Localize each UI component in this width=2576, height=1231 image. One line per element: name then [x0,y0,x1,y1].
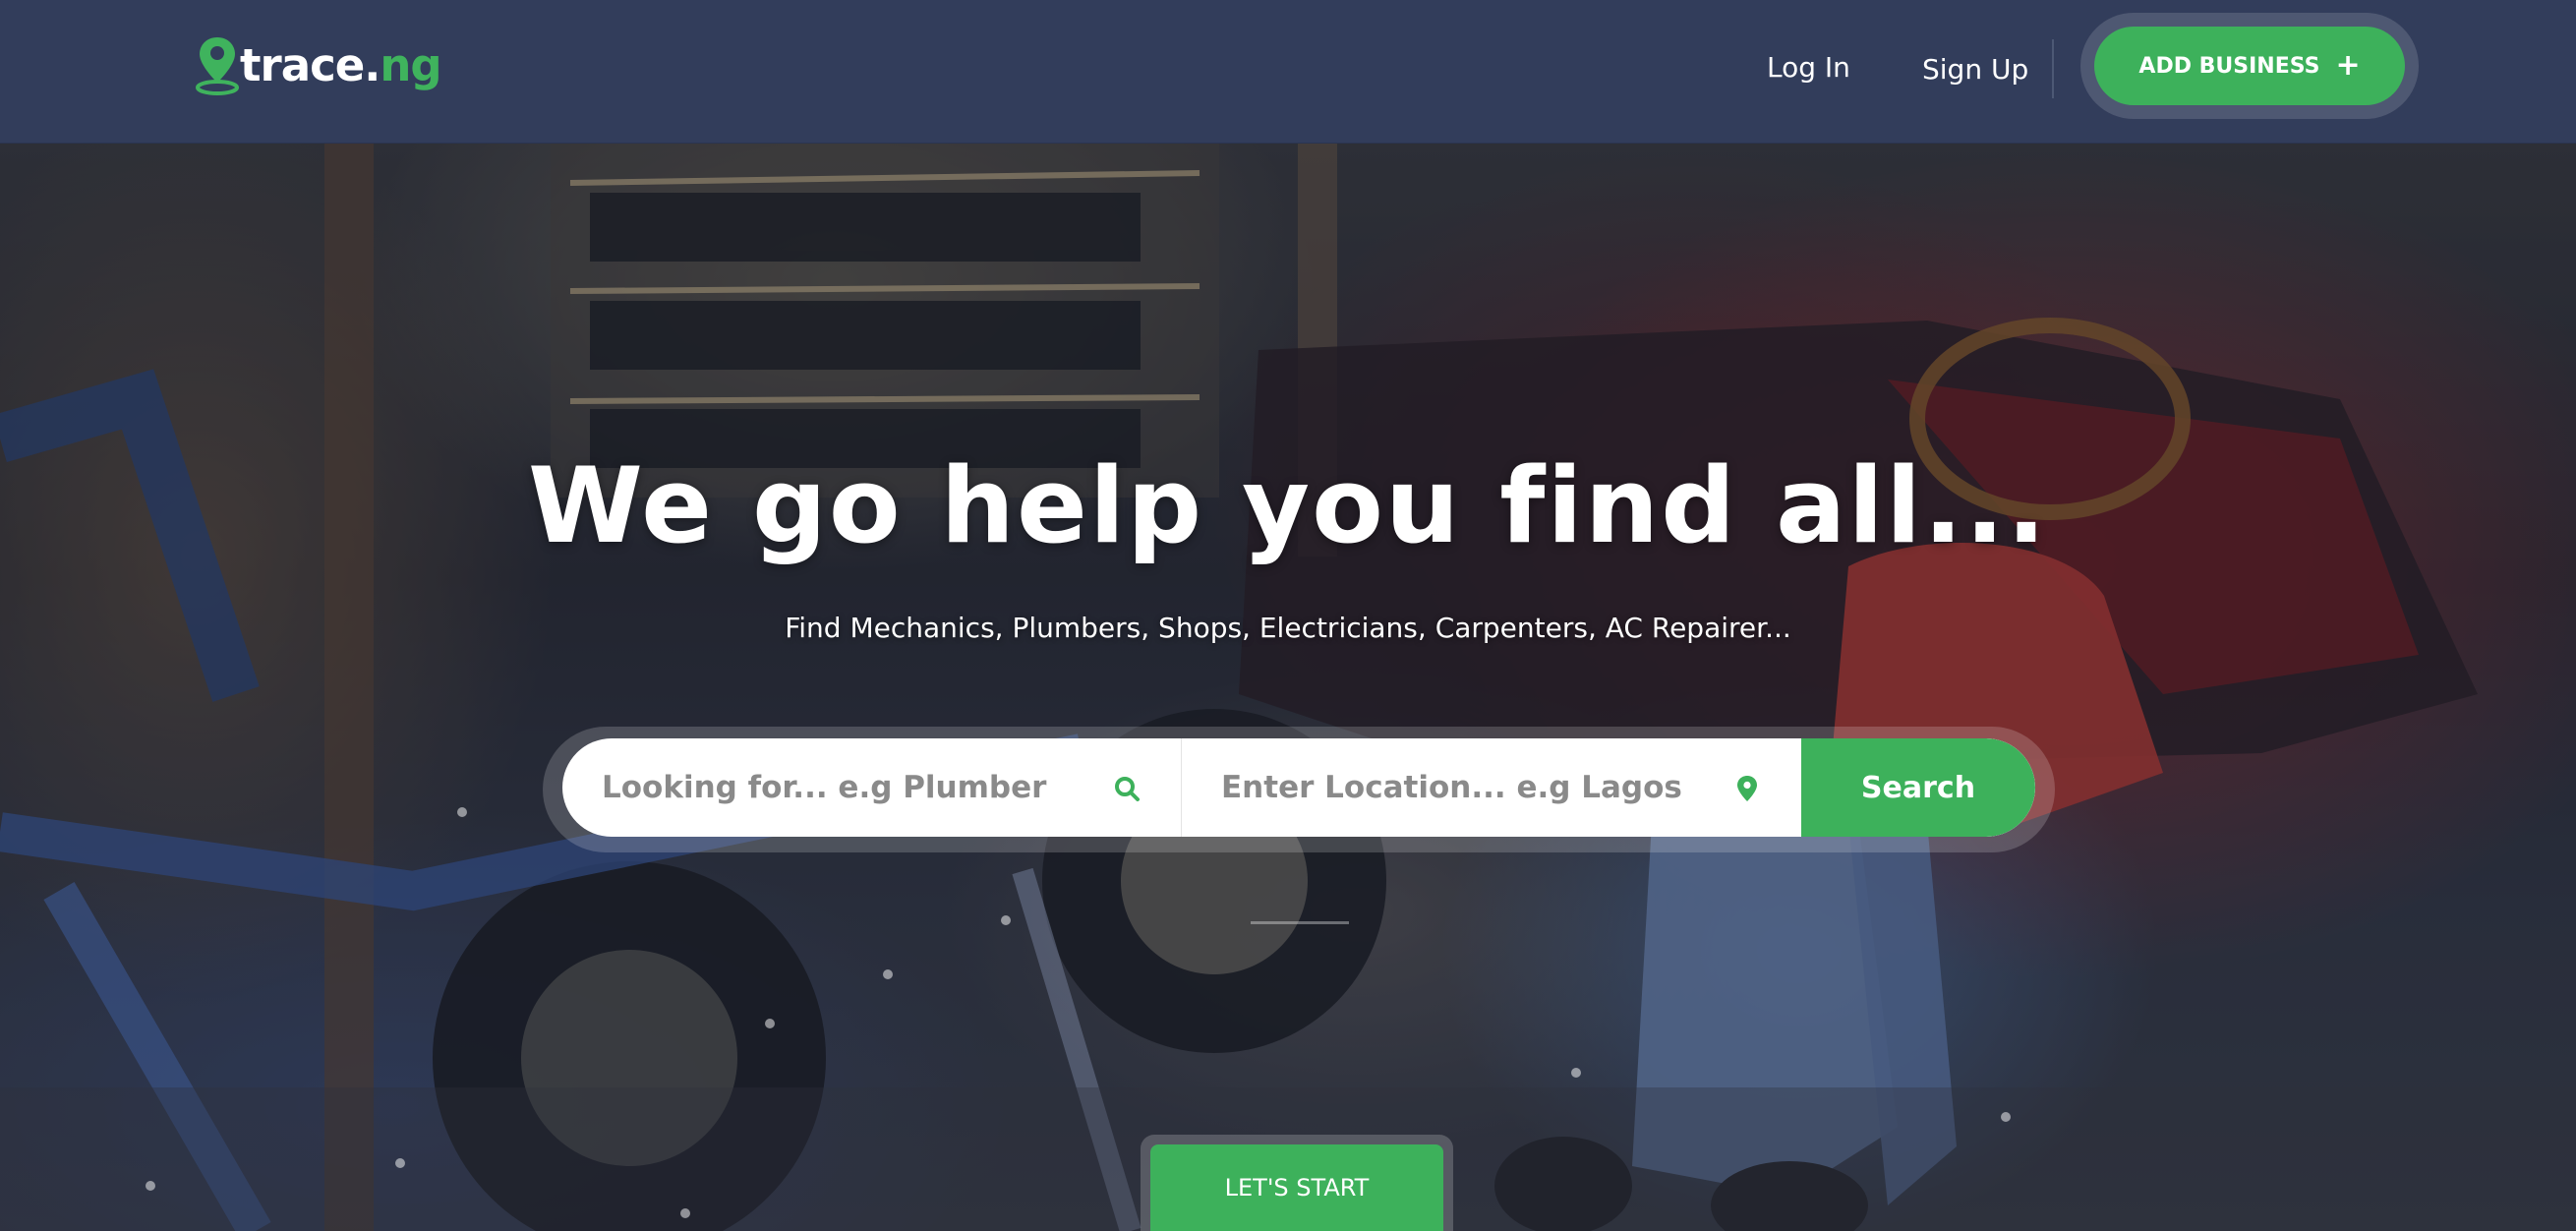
decorative-dot [2001,1112,2011,1122]
lets-start-button[interactable]: LET'S START [1150,1144,1443,1231]
decorative-dot [457,807,467,817]
decorative-dot [765,1019,775,1028]
decorative-dot [680,1208,690,1218]
nav-divider [2052,39,2054,98]
add-business-button[interactable]: ADD BUSINESS + [2094,27,2405,105]
signup-link[interactable]: Sign Up [1922,56,2028,84]
location-pin-icon[interactable] [1732,774,1762,803]
hero-overlay [0,144,2576,1231]
plus-icon: + [2335,48,2361,83]
logo-tld-text: ng [380,38,441,91]
decorative-dot [1571,1068,1581,1078]
decorative-dot [395,1158,405,1168]
lets-start-halo: LET'S START [1141,1135,1453,1231]
search-bar-halo: Search [543,727,2055,852]
search-form: Search [562,738,2035,837]
add-business-halo: ADD BUSINESS + [2080,13,2419,119]
decorative-line [1251,921,1349,924]
add-business-label: ADD BUSINESS [2138,53,2320,79]
decorative-dot [146,1181,155,1191]
decorative-dot [1001,915,1011,925]
hero-title: We go help you find all... [528,445,2048,566]
logo[interactable]: trace.ng [193,33,442,96]
logo-text: trace.ng [240,43,442,88]
decorative-dot [883,969,893,979]
service-search-input[interactable] [562,738,1181,837]
hero-section: We go help you find all... Find Mechanic… [0,144,2576,1231]
location-input[interactable] [1182,738,1801,837]
login-link[interactable]: Log In [1767,54,1850,82]
search-icon[interactable] [1112,774,1142,803]
hero-subtitle: Find Mechanics, Plumbers, Shops, Electri… [785,612,1791,644]
map-pin-logo-icon [196,37,239,95]
search-button[interactable]: Search [1801,738,2035,837]
site-header: trace.ng Log In Sign Up ADD BUSINESS + [0,0,2576,144]
location-field [1182,738,1801,837]
logo-main-text: trace. [240,38,381,91]
service-field [562,738,1182,837]
